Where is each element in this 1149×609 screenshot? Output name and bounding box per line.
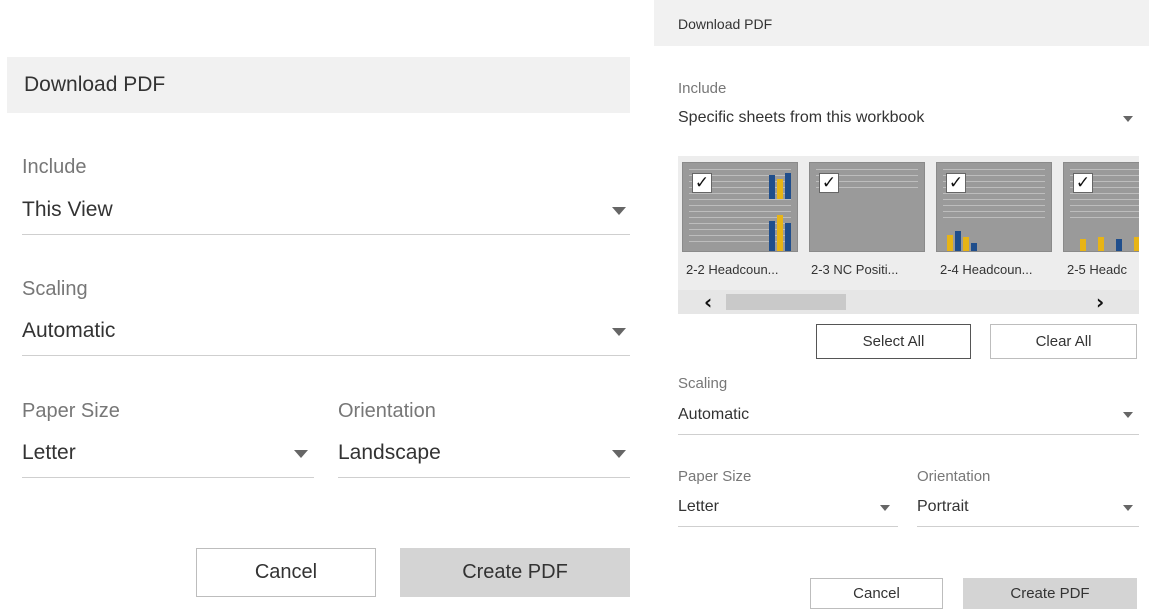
checkmark-icon[interactable]: ✓ [1073, 173, 1093, 193]
thumbnail-bar [777, 215, 783, 251]
left-include-value: This View [22, 198, 113, 221]
checkmark-icon[interactable]: ✓ [819, 173, 839, 193]
left-dialog-title: Download PDF [24, 73, 166, 96]
scrollbar-thumb[interactable] [726, 294, 846, 310]
left-scaling-underline [22, 355, 630, 356]
thumbnails-scrollbar[interactable]: ‹ › [678, 290, 1139, 314]
left-scaling-select[interactable]: Automatic [22, 316, 630, 356]
right-paper-size-value: Letter [678, 498, 719, 515]
left-include-select[interactable]: This View [22, 195, 630, 235]
thumbnail-bar [769, 175, 775, 199]
right-scaling-value: Automatic [678, 406, 750, 423]
thumbnail-bar [777, 179, 783, 199]
thumbnail-bar [963, 237, 969, 251]
right-include-value: Specific sheets from this workbook [678, 109, 925, 126]
thumbnail-bar [955, 231, 961, 251]
caret-down-icon [612, 450, 626, 458]
caret-down-icon [880, 505, 890, 511]
left-orientation-underline [338, 477, 630, 478]
right-orientation-label: Orientation [917, 468, 991, 485]
right-dialog-title: Download PDF [678, 16, 773, 32]
thumbnail-bar [1098, 237, 1104, 251]
chevron-right-icon[interactable]: › [1096, 290, 1104, 314]
caret-down-icon [1123, 412, 1133, 418]
left-orientation-value: Landscape [338, 441, 441, 464]
sheet-thumbnail[interactable]: ✓ [682, 162, 798, 252]
thumbnail-bar [971, 243, 977, 251]
thumbnail-bar [947, 235, 953, 251]
right-orientation-value: Portrait [917, 498, 969, 515]
thumbnail-bar [769, 221, 775, 251]
right-paper-size-label: Paper Size [678, 468, 752, 485]
sheet-thumbnails: ✓ 2-2 Headcoun... ✓ 2-3 NC Positi... ✓ 2… [678, 156, 1139, 314]
sheet-thumbnail[interactable]: ✓ [809, 162, 925, 252]
thumbnail-bar [785, 223, 791, 251]
right-create-pdf-button[interactable]: Create PDF [963, 578, 1137, 609]
right-scaling-label: Scaling [678, 375, 728, 392]
caret-down-icon [612, 207, 626, 215]
right-orientation-select[interactable]: Portrait [917, 495, 1139, 527]
left-orientation-label: Orientation [338, 400, 436, 422]
caret-down-icon [1123, 116, 1133, 122]
right-scaling-underline [678, 434, 1139, 435]
clear-all-button[interactable]: Clear All [990, 324, 1137, 359]
sheet-label: 2-3 NC Positi... [811, 262, 899, 277]
right-paper-size-select[interactable]: Letter [678, 495, 898, 527]
checkmark-icon[interactable]: ✓ [946, 173, 966, 193]
sheet-thumbnail[interactable]: ✓ [936, 162, 1052, 252]
sheet-thumbnail[interactable]: ✓ [1063, 162, 1139, 252]
right-include-label: Include [678, 80, 727, 97]
caret-down-icon [294, 450, 308, 458]
right-paper-size-underline [678, 526, 898, 527]
left-paper-size-select[interactable]: Letter [22, 438, 314, 478]
left-orientation-select[interactable]: Landscape [338, 438, 630, 478]
thumbnail-bar [1080, 239, 1086, 251]
left-scaling-value: Automatic [22, 319, 116, 342]
left-paper-size-underline [22, 477, 314, 478]
left-include-underline [22, 234, 630, 235]
left-create-pdf-button[interactable]: Create PDF [400, 548, 630, 597]
caret-down-icon [1123, 505, 1133, 511]
left-cancel-button[interactable]: Cancel [196, 548, 376, 597]
checkmark-icon[interactable]: ✓ [692, 173, 712, 193]
right-scaling-select[interactable]: Automatic [678, 403, 1139, 435]
caret-down-icon [612, 328, 626, 336]
select-all-button[interactable]: Select All [816, 324, 971, 359]
left-scaling-label: Scaling [22, 278, 88, 300]
thumbnail-bar [785, 173, 791, 199]
left-include-label: Include [22, 156, 87, 178]
sheet-label: 2-4 Headcoun... [940, 262, 1033, 277]
chevron-left-icon[interactable]: ‹ [704, 290, 712, 314]
thumbnail-bar [1116, 239, 1122, 251]
left-paper-size-value: Letter [22, 441, 76, 464]
sheet-label: 2-2 Headcoun... [686, 262, 779, 277]
right-include-select[interactable]: Specific sheets from this workbook [678, 108, 1139, 136]
left-paper-size-label: Paper Size [22, 400, 120, 422]
right-orientation-underline [917, 526, 1139, 527]
thumbnail-bar [1134, 237, 1139, 251]
right-cancel-button[interactable]: Cancel [810, 578, 943, 609]
sheet-label: 2-5 Headc [1067, 262, 1127, 277]
